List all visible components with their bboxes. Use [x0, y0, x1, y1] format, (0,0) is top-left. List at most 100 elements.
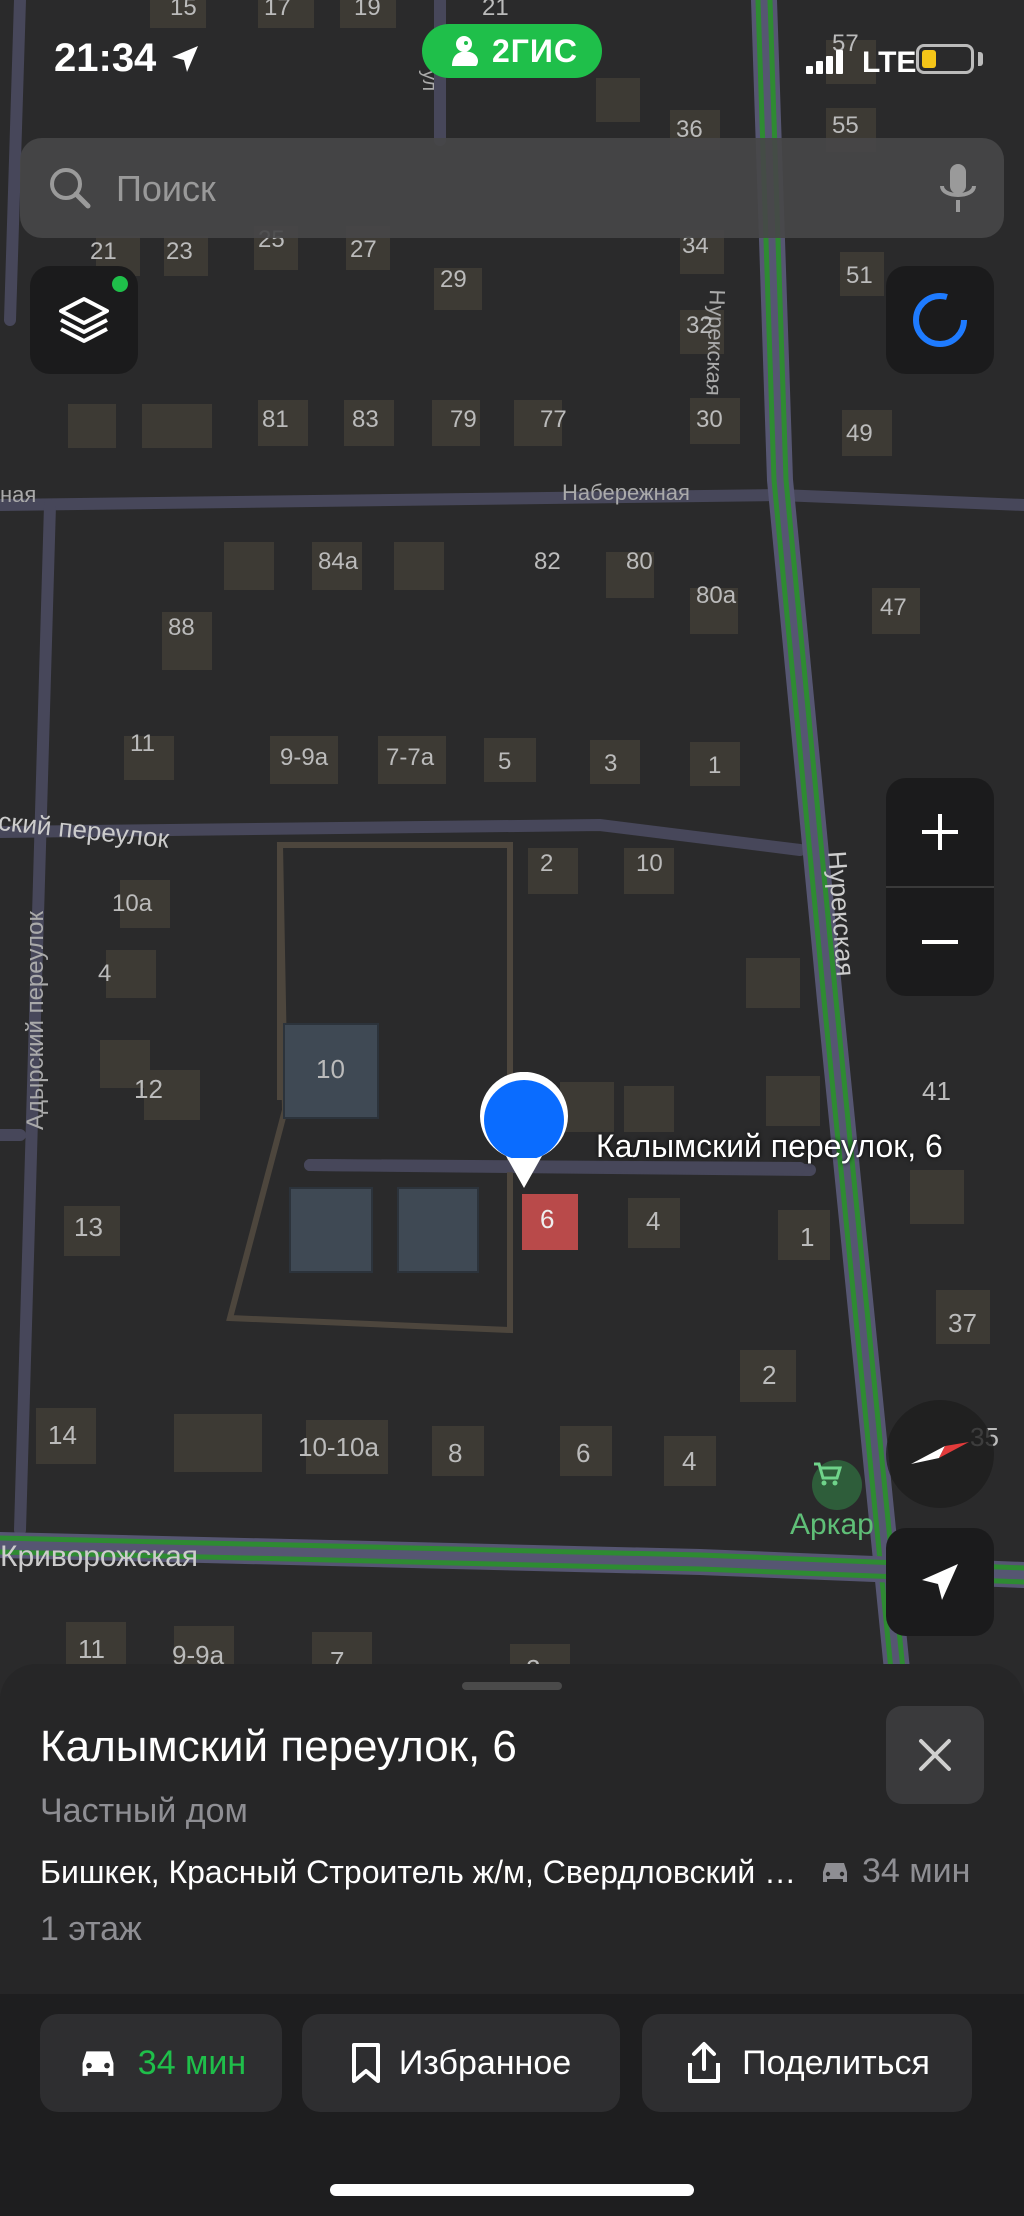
house-number: 12: [134, 1074, 163, 1104]
route-label: 34 мин: [137, 2043, 247, 2082]
navigation-arrow-icon: [922, 1564, 958, 1600]
street-label: Криворожская: [0, 1540, 199, 1573]
search-input[interactable]: [114, 138, 918, 240]
house-number: 8: [448, 1438, 463, 1468]
house-number: 7-7а: [386, 744, 435, 771]
close-icon: [919, 1739, 951, 1771]
house-number: 6: [540, 1204, 555, 1234]
compass-icon: [911, 1442, 969, 1464]
house-number: 79: [450, 406, 477, 433]
house-number: 49: [846, 420, 873, 447]
house-number: 83: [352, 406, 379, 433]
house-number: 82: [534, 548, 561, 575]
search-bar[interactable]: [20, 138, 1004, 240]
house-number: 2: [540, 850, 554, 877]
place-address: Бишкек, Красный Строитель ж/м, Свердловс…: [40, 1854, 800, 1890]
house-number: 81: [262, 406, 289, 433]
place-title: Калымский переулок, 6: [40, 1722, 517, 1771]
app-badge[interactable]: 2ГИС: [422, 24, 602, 78]
house-number: 10: [636, 850, 663, 877]
house-number: 14: [48, 1420, 77, 1450]
zoom-out-button[interactable]: [886, 888, 994, 996]
house-number: 11: [78, 1634, 105, 1664]
map-view[interactable]: Набережная Нурекская Нурекская Адырский …: [0, 0, 1024, 1700]
street-label: Адырский переулок: [22, 911, 49, 1130]
place-type: Частный дом: [40, 1792, 248, 1830]
route-button[interactable]: 34 мин: [40, 2014, 282, 2112]
poi-label[interactable]: Аркар: [790, 1508, 874, 1542]
assistant-button[interactable]: [886, 266, 994, 374]
house-number: 3: [604, 750, 618, 777]
street-label: Нурекская: [701, 289, 730, 397]
share-label: Поделиться: [742, 2043, 930, 2082]
clock: 21:34: [54, 36, 157, 80]
house-number: 1: [800, 1222, 815, 1252]
house-number: 6: [576, 1438, 591, 1468]
house-number: 41: [922, 1076, 951, 1106]
street-label: ная: [0, 482, 37, 507]
house-number: 13: [74, 1212, 103, 1242]
house-number: 10-10а: [298, 1432, 379, 1462]
compass-button[interactable]: [886, 1400, 994, 1508]
house-number: 4: [646, 1206, 661, 1236]
house-number: 5: [498, 748, 512, 775]
layers-button[interactable]: [30, 266, 138, 374]
house-number: 88: [168, 614, 195, 641]
network-label: LTE: [862, 46, 917, 79]
status-bar: 21:34 2ГИС LTE: [0, 0, 1024, 120]
house-number: 4: [682, 1446, 697, 1476]
floors-info: 1 этаж: [40, 1910, 142, 1948]
bookmark-icon: [351, 2043, 380, 2083]
street-label: Набережная: [562, 480, 690, 505]
house-number: 29: [440, 266, 467, 293]
zoom-controls: [886, 778, 994, 996]
house-number: 37: [948, 1308, 977, 1338]
battery-icon: [916, 44, 974, 74]
eta-label: 34 мин: [862, 1852, 971, 1890]
my-location-button[interactable]: [886, 1528, 994, 1636]
poi-cart-icon[interactable]: [812, 1460, 862, 1510]
house-number: 27: [350, 236, 377, 263]
house-number: 51: [846, 262, 873, 289]
house-number: 4: [98, 960, 112, 987]
minus-icon: [922, 940, 958, 944]
house-number: 77: [540, 406, 567, 433]
house-number: 80: [626, 548, 653, 575]
house-number: 23: [166, 238, 193, 265]
duck-logo-icon: [451, 36, 478, 66]
house-number: 10: [316, 1054, 345, 1084]
plus-icon: [922, 814, 958, 850]
house-number: 11: [130, 730, 155, 757]
favorite-label: Избранное: [398, 2043, 572, 2082]
house-number: 1: [708, 752, 722, 779]
house-number: 80а: [696, 582, 737, 609]
car-icon: [823, 1862, 847, 1882]
house-number: 21: [90, 238, 117, 265]
battery-cap: [978, 52, 983, 66]
search-icon: [50, 168, 91, 209]
location-pin-icon[interactable]: [474, 1072, 574, 1192]
house-number: 9-9а: [280, 744, 329, 771]
house-number: 32: [686, 312, 713, 339]
drag-handle[interactable]: [462, 1682, 562, 1690]
notification-dot: [112, 276, 128, 292]
house-number: 30: [696, 406, 723, 433]
brand-label: 2ГИС: [491, 32, 579, 69]
share-button[interactable]: Поделиться: [642, 2014, 972, 2112]
pin-label: Калымский переулок, 6: [596, 1128, 943, 1164]
car-icon: [82, 2051, 114, 2076]
close-button[interactable]: [886, 1706, 984, 1804]
house-number: 10а: [112, 890, 153, 917]
zoom-in-button[interactable]: [886, 778, 994, 886]
home-indicator[interactable]: [330, 2184, 694, 2196]
microphone-icon[interactable]: [938, 162, 978, 214]
favorite-button[interactable]: Избранное: [302, 2014, 620, 2112]
location-arrow-icon: [172, 46, 198, 72]
place-card[interactable]: Калымский переулок, 6 Частный дом Бишкек…: [0, 1664, 1024, 2216]
house-number: 84а: [318, 548, 359, 575]
assistant-ring-icon: [913, 293, 967, 347]
share-icon: [688, 2042, 721, 2083]
house-number: 2: [762, 1360, 777, 1390]
layers-icon: [59, 297, 109, 343]
house-number: 47: [880, 594, 907, 621]
